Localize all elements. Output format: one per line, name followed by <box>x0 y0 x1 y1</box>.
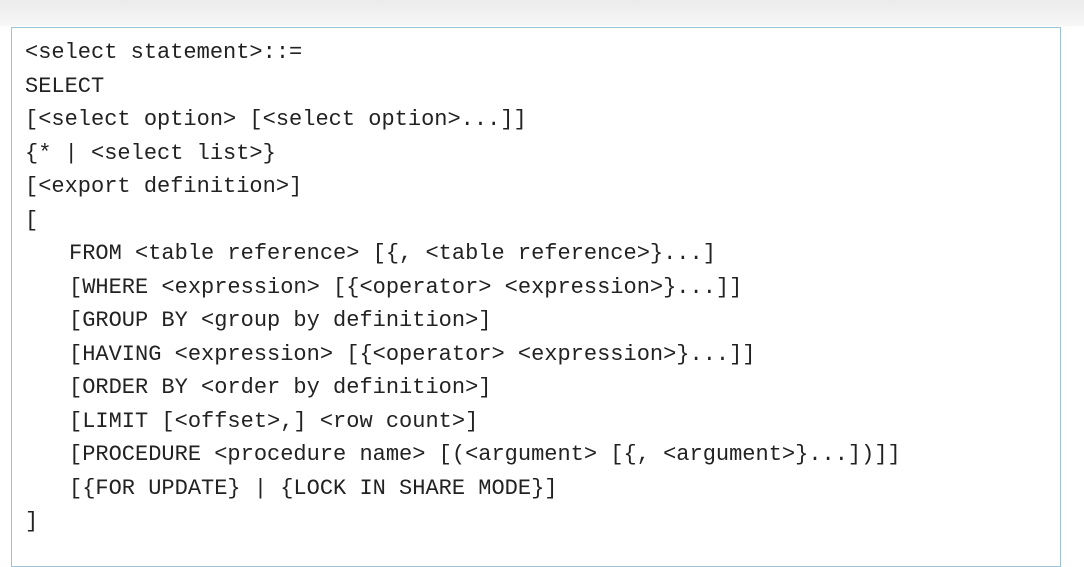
syntax-line: <select statement>::= <box>25 40 303 65</box>
syntax-line: [HAVING <expression> [{<operator> <expre… <box>69 341 756 367</box>
syntax-code-block: <select statement>::= SELECT [<select op… <box>25 36 901 539</box>
syntax-line: [LIMIT [<offset>,] <row count>] <box>69 408 479 434</box>
syntax-line: FROM <table reference> [{, <table refere… <box>69 241 716 266</box>
syntax-line: [WHERE <expression> [{<operator> <expres… <box>69 274 743 300</box>
syntax-line: [{FOR UPDATE} | {LOCK IN SHARE MODE}] <box>69 475 558 501</box>
syntax-line: ] <box>25 509 39 534</box>
syntax-line: SELECT <box>25 73 105 99</box>
syntax-line: [ORDER BY <order by definition>] <box>69 375 492 400</box>
syntax-line: [<select option> [<select option>...]] <box>25 107 527 132</box>
top-background-band <box>0 0 1084 26</box>
syntax-line: [GROUP BY <group by definition>] <box>69 308 492 333</box>
syntax-line: [PROCEDURE <procedure name> [(<argument>… <box>69 442 901 467</box>
syntax-line: {* | <select list>} <box>25 140 276 166</box>
syntax-line: [<export definition>] <box>25 174 303 199</box>
syntax-line: [ <box>25 207 39 233</box>
select-syntax-box: <select statement>::= SELECT [<select op… <box>11 27 1061 567</box>
